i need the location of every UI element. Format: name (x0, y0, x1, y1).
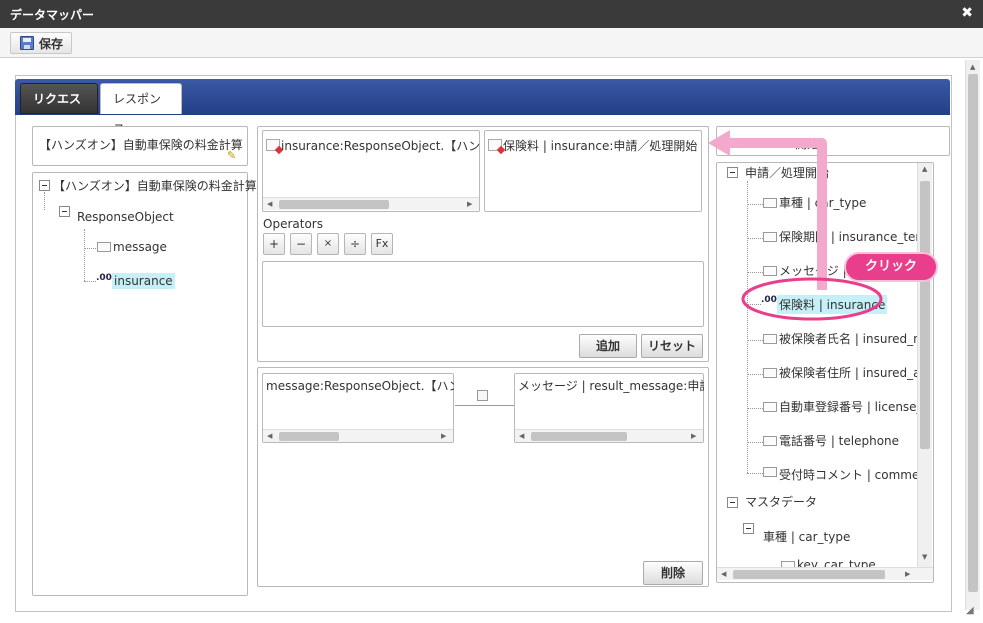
annotation-arrowhead (708, 130, 730, 156)
annotation-callout: クリック (844, 252, 938, 282)
annotation-ellipse (741, 277, 883, 321)
annotation-overlay (708, 130, 883, 321)
annotation-arrow (728, 138, 827, 290)
